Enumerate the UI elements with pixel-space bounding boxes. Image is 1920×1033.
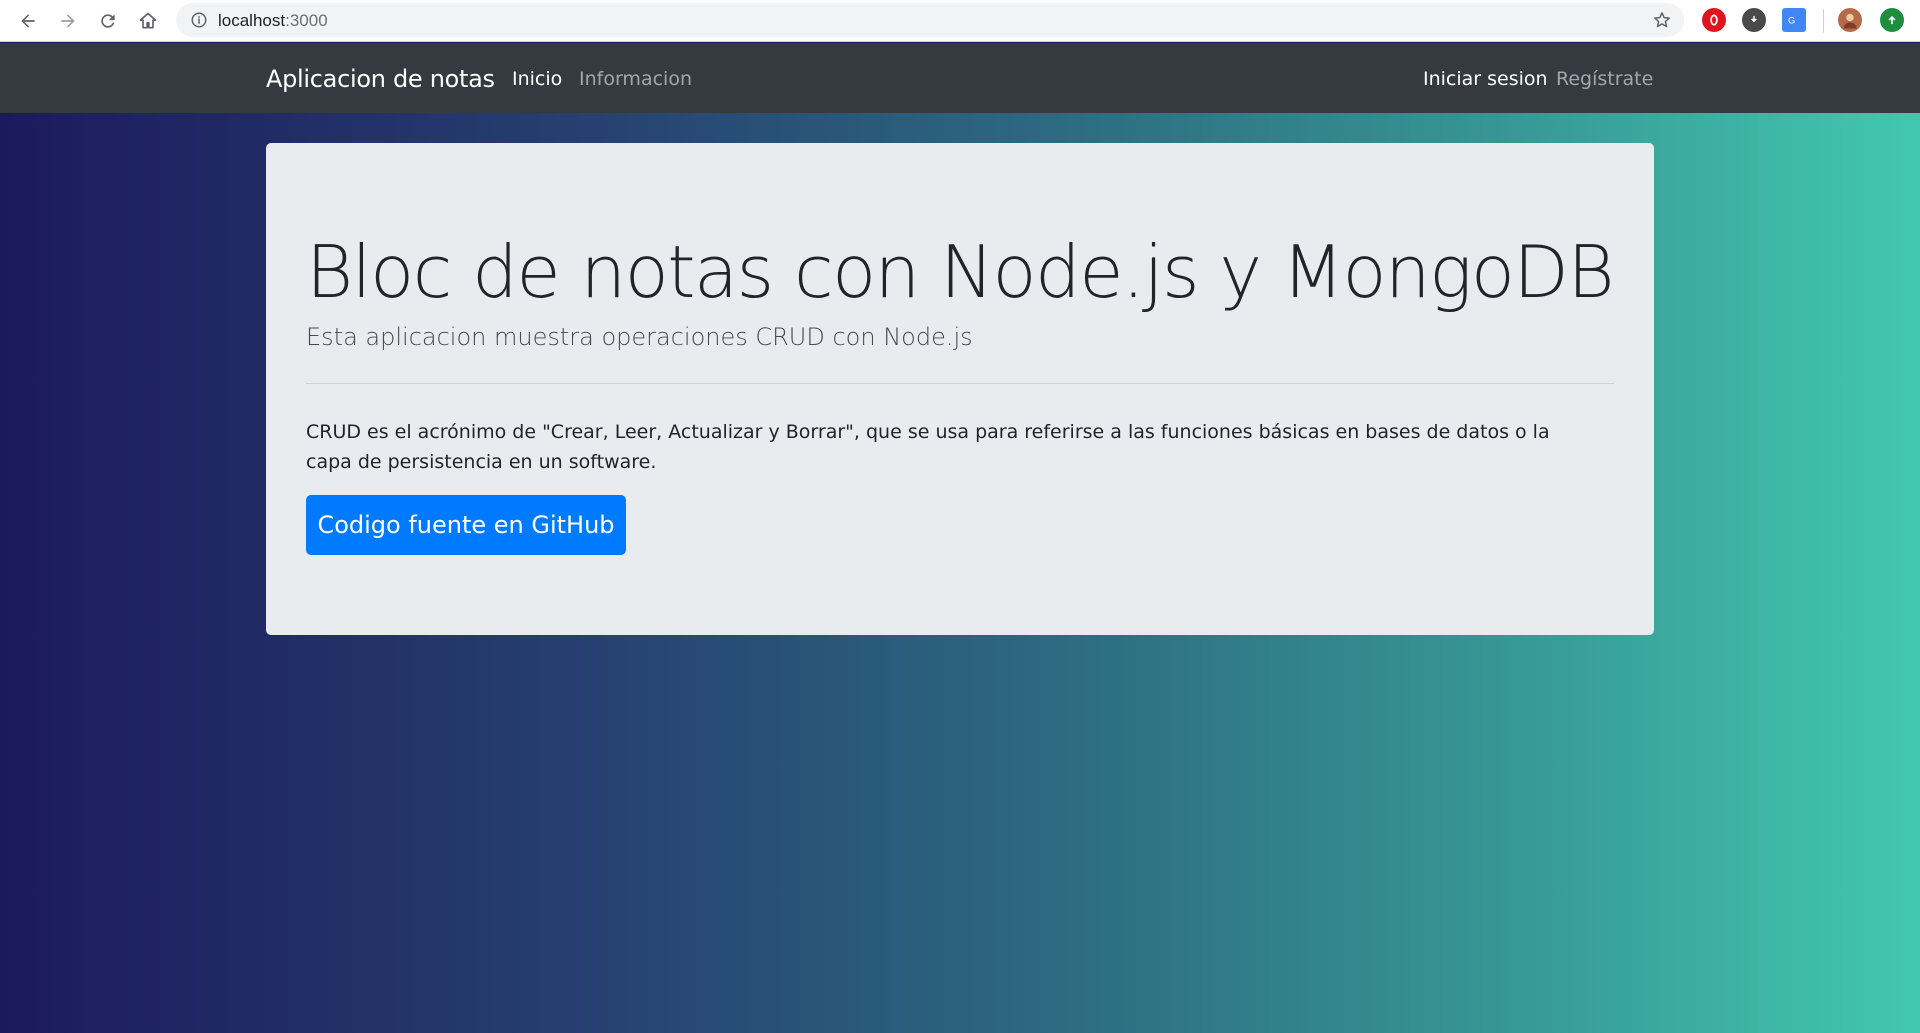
reload-button[interactable] <box>92 5 124 37</box>
divider <box>306 383 1614 384</box>
arrow-right-icon <box>61 14 75 28</box>
info-icon[interactable] <box>190 11 208 29</box>
page-subtitle: Esta aplicacion muestra operaciones CRUD… <box>306 323 973 351</box>
browser-toolbar: localhost:3000 G <box>0 0 1920 42</box>
navbar: Aplicacion de notas Inicio Informacion I… <box>0 43 1920 113</box>
arrow-left-icon <box>21 14 35 28</box>
forward-button[interactable] <box>52 5 84 37</box>
back-button[interactable] <box>12 5 44 37</box>
hero-jumbotron: Bloc de notas con Node.js y MongoDB Esta… <box>266 143 1654 635</box>
profile-avatar[interactable] <box>1838 8 1862 32</box>
nav-link-informacion[interactable]: Informacion <box>579 68 692 90</box>
reload-icon <box>101 14 115 28</box>
home-button[interactable] <box>132 5 164 37</box>
bookmark-star-icon[interactable] <box>1652 10 1672 30</box>
github-source-button[interactable]: Codigo fuente en GitHub <box>306 495 626 555</box>
navbar-brand[interactable]: Aplicacion de notas <box>266 65 495 93</box>
nav-link-registrate[interactable]: Regístrate <box>1556 68 1653 90</box>
update-icon[interactable] <box>1880 8 1904 32</box>
page-title: Bloc de notas con Node.js y MongoDB <box>306 230 1615 314</box>
home-icon <box>139 12 157 29</box>
address-bar[interactable]: localhost:3000 <box>176 3 1684 37</box>
nav-link-iniciar-sesion[interactable]: Iniciar sesion <box>1423 68 1548 90</box>
translate-extension-icon[interactable]: G <box>1782 8 1806 32</box>
opera-extension-icon[interactable] <box>1702 8 1726 32</box>
description-text: CRUD es el acrónimo de "Crear, Leer, Act… <box>306 421 1550 473</box>
toolbar-separator <box>1823 9 1824 33</box>
nav-link-inicio[interactable]: Inicio <box>512 68 562 90</box>
url-text: localhost:3000 <box>218 11 328 30</box>
download-extension-icon[interactable] <box>1742 8 1766 32</box>
page-background: Aplicacion de notas Inicio Informacion I… <box>0 43 1920 1033</box>
svg-text:G: G <box>1788 15 1795 25</box>
